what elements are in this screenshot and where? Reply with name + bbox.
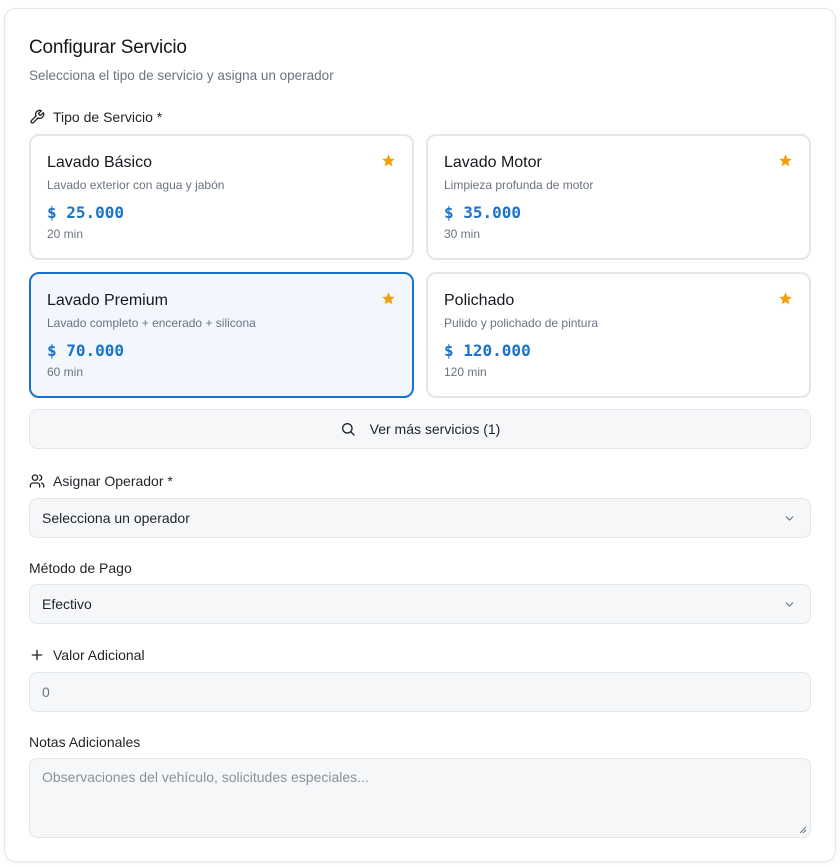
page-subtitle: Selecciona el tipo de servicio y asigna … bbox=[29, 68, 334, 83]
page-title: Configurar Servicio bbox=[29, 37, 187, 58]
notes-label: Notas Adicionales bbox=[29, 734, 141, 750]
service-price: $ 35.000 bbox=[444, 203, 522, 222]
service-description: Pulido y polichado de pintura bbox=[444, 316, 599, 330]
service-name: Lavado Motor bbox=[444, 154, 542, 171]
users-icon bbox=[29, 474, 45, 488]
service-option-lavado-motor[interactable]: Lavado Motor Limpieza profunda de motor … bbox=[426, 134, 811, 260]
service-price: $ 25.000 bbox=[47, 203, 125, 222]
service-description: Lavado completo + encerado + silicona bbox=[47, 316, 256, 330]
service-duration: 30 min bbox=[444, 227, 481, 241]
extra-value-label-row: Valor Adicional bbox=[29, 647, 145, 663]
service-price: $ 70.000 bbox=[47, 341, 125, 360]
operator-label: Asignar Operador * bbox=[53, 473, 173, 489]
service-type-label-row: Tipo de Servicio * bbox=[29, 109, 162, 125]
service-name: Polichado bbox=[444, 292, 515, 309]
service-description: Lavado exterior con agua y jabón bbox=[47, 178, 225, 192]
plus-icon bbox=[31, 649, 43, 661]
star-icon bbox=[779, 292, 792, 305]
service-option-polichado[interactable]: Polichado Pulido y polichado de pintura … bbox=[426, 272, 811, 398]
service-duration: 60 min bbox=[47, 365, 84, 379]
operator-label-row: Asignar Operador * bbox=[29, 473, 173, 489]
service-duration: 20 min bbox=[47, 227, 84, 241]
service-option-lavado-basico[interactable]: Lavado Básico Lavado exterior con agua y… bbox=[29, 134, 414, 260]
service-type-label: Tipo de Servicio * bbox=[53, 109, 163, 125]
star-icon bbox=[779, 154, 792, 167]
payment-select-value: Efectivo bbox=[42, 596, 92, 612]
service-description: Limpieza profunda de motor bbox=[444, 178, 594, 192]
wrench-icon bbox=[30, 109, 45, 124]
operator-select-value: Selecciona un operador bbox=[42, 510, 190, 526]
payment-select[interactable]: Efectivo bbox=[29, 584, 811, 624]
service-price: $ 120.000 bbox=[444, 341, 531, 360]
more-services-button[interactable]: Ver más servicios (1) bbox=[29, 409, 811, 449]
search-icon bbox=[341, 423, 355, 436]
service-config-card: Configurar Servicio Selecciona el tipo d… bbox=[4, 8, 836, 862]
operator-select[interactable]: Selecciona un operador bbox=[29, 498, 811, 538]
chevron-down-icon bbox=[785, 602, 794, 607]
chevron-down-icon bbox=[785, 516, 794, 521]
payment-label: Método de Pago bbox=[29, 560, 132, 576]
notes-label-row: Notas Adicionales bbox=[29, 734, 140, 750]
extra-value-input[interactable]: 0 bbox=[29, 672, 811, 712]
star-icon bbox=[382, 154, 395, 167]
star-icon bbox=[382, 292, 395, 305]
notes-textarea[interactable]: Observaciones del vehículo, solicitudes … bbox=[29, 758, 811, 838]
extra-value-label: Valor Adicional bbox=[53, 647, 145, 663]
extra-value-text: 0 bbox=[42, 684, 50, 700]
resize-handle-icon[interactable] bbox=[799, 826, 807, 834]
notes-placeholder: Observaciones del vehículo, solicitudes … bbox=[42, 769, 369, 785]
service-name: Lavado Básico bbox=[47, 154, 152, 171]
service-duration: 120 min bbox=[444, 365, 487, 379]
more-services-label: Ver más servicios (1) bbox=[369, 421, 501, 437]
payment-label-row: Método de Pago bbox=[29, 560, 132, 576]
service-name: Lavado Premium bbox=[47, 292, 168, 309]
service-option-lavado-premium[interactable]: Lavado Premium Lavado completo + encerad… bbox=[29, 272, 414, 398]
